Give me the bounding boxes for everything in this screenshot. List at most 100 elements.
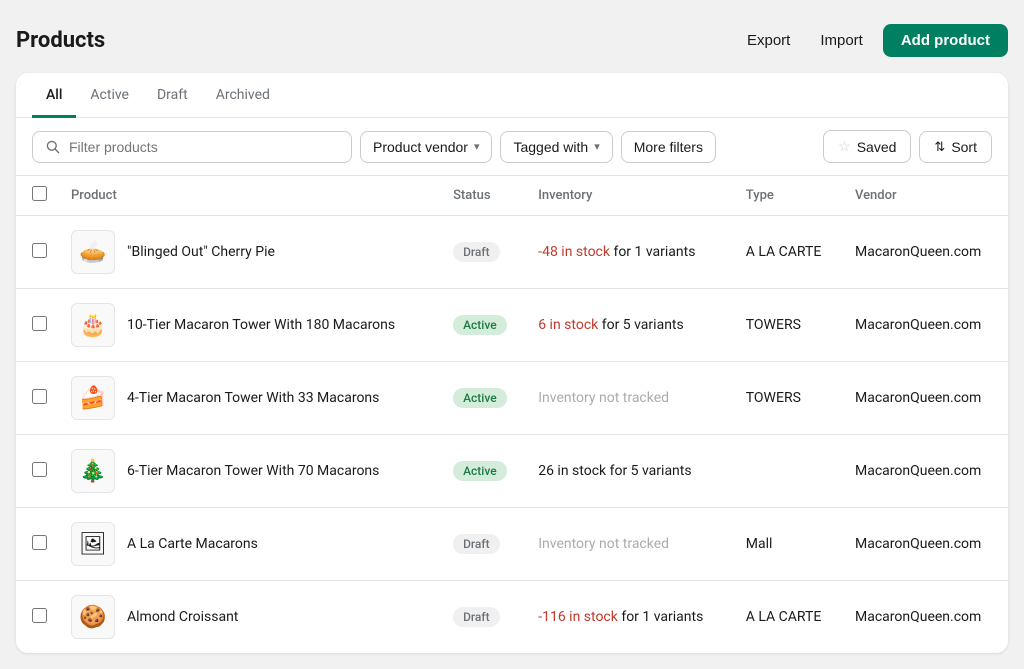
product-thumbnail: 🎄 [71, 449, 115, 493]
tab-active[interactable]: Active [76, 73, 143, 118]
chevron-down-icon: ▾ [594, 140, 600, 153]
tagged-with-filter[interactable]: Tagged with ▾ [500, 131, 612, 163]
page-title: Products [16, 28, 105, 53]
more-filters-label: More filters [634, 139, 703, 155]
type-column-header: Type [734, 176, 843, 216]
row-checkbox[interactable] [32, 535, 47, 550]
product-name[interactable]: 10-Tier Macaron Tower With 180 Macarons [127, 317, 395, 333]
row-checkbox[interactable] [32, 243, 47, 258]
status-cell: Draft [441, 581, 526, 654]
product-cell: 🎄 6-Tier Macaron Tower With 70 Macarons [59, 435, 441, 508]
inventory-column-header: Inventory [526, 176, 734, 216]
inventory-variants: for 5 variants [598, 317, 683, 333]
status-cell: Draft [441, 216, 526, 289]
type-cell: TOWERS [734, 362, 843, 435]
row-checkbox-cell [16, 581, 59, 654]
row-checkbox-cell [16, 216, 59, 289]
inventory-not-tracked: Inventory not tracked [526, 362, 734, 435]
row-checkbox[interactable] [32, 608, 47, 623]
add-product-button[interactable]: Add product [883, 24, 1008, 57]
row-checkbox-cell [16, 435, 59, 508]
filters-row: Product vendor ▾ Tagged with ▾ More filt… [16, 118, 1008, 176]
export-button[interactable]: Export [737, 26, 800, 55]
import-button[interactable]: Import [810, 26, 873, 55]
header-actions: Export Import Add product [737, 24, 1008, 57]
star-icon: ☆ [838, 138, 851, 155]
vendor-cell: MacaronQueen.com [843, 508, 1008, 581]
inventory-count: 26 in stock for 5 variants [526, 435, 734, 508]
status-column-header: Status [441, 176, 526, 216]
tabs-container: All Active Draft Archived [16, 73, 1008, 118]
table-row: 🍪 Almond Croissant Draft -116 in stock for … [16, 581, 1008, 654]
saved-label: Saved [857, 139, 897, 155]
products-table: Product Status Inventory Type Vendor 🥧"B… [16, 176, 1008, 653]
product-cell-inner: 🥧"Blinged Out" Cherry Pie [71, 230, 429, 274]
product-thumbnail: 🍪 [71, 595, 115, 639]
search-box [32, 131, 352, 163]
product-cell-inner: 🖼 A La Carte Macarons [71, 522, 429, 566]
type-cell: A LA CARTE [734, 581, 843, 654]
type-cell: TOWERS [734, 289, 843, 362]
vendor-cell: MacaronQueen.com [843, 581, 1008, 654]
vendor-column-header: Vendor [843, 176, 1008, 216]
inventory-cell: -48 in stock for 1 variants [526, 216, 734, 289]
row-checkbox-cell [16, 508, 59, 581]
product-name[interactable]: 4-Tier Macaron Tower With 33 Macarons [127, 390, 379, 406]
table-header-row: Product Status Inventory Type Vendor [16, 176, 1008, 216]
sort-button[interactable]: ⇅ Sort [919, 131, 992, 163]
vendor-cell: MacaronQueen.com [843, 435, 1008, 508]
product-cell-inner: 🎂 10-Tier Macaron Tower With 180 Macarons [71, 303, 429, 347]
select-all-checkbox[interactable] [32, 186, 47, 201]
type-cell: A LA CARTE [734, 216, 843, 289]
inventory-count: -48 in stock [538, 244, 610, 260]
inventory-count: -116 in stock [538, 609, 618, 625]
row-checkbox[interactable] [32, 316, 47, 331]
table-row: 🖼 A La Carte Macarons Draft Inventory not t… [16, 508, 1008, 581]
tab-archived[interactable]: Archived [202, 73, 284, 118]
inventory-cell: -116 in stock for 1 variants [526, 581, 734, 654]
status-cell: Active [441, 435, 526, 508]
product-thumbnail: 🍰 [71, 376, 115, 420]
sort-label: Sort [951, 139, 977, 155]
status-badge: Active [453, 388, 507, 408]
page-wrapper: Products Export Import Add product All A… [16, 16, 1008, 653]
product-column-header: Product [59, 176, 441, 216]
tab-draft[interactable]: Draft [143, 73, 202, 118]
status-badge: Active [453, 315, 507, 335]
status-cell: Active [441, 289, 526, 362]
chevron-down-icon: ▾ [474, 140, 480, 153]
tab-all[interactable]: All [32, 73, 76, 118]
inventory-variants: for 1 variants [618, 609, 703, 625]
row-checkbox[interactable] [32, 462, 47, 477]
status-cell: Active [441, 362, 526, 435]
row-checkbox-cell [16, 289, 59, 362]
row-checkbox[interactable] [32, 389, 47, 404]
status-cell: Draft [441, 508, 526, 581]
product-name[interactable]: Almond Croissant [127, 609, 238, 625]
product-cell: 🍪 Almond Croissant [59, 581, 441, 654]
product-name[interactable]: A La Carte Macarons [127, 536, 258, 552]
inventory-not-tracked: Inventory not tracked [526, 508, 734, 581]
sort-icon: ⇅ [934, 139, 945, 155]
status-badge: Draft [453, 607, 500, 627]
status-badge: Draft [453, 242, 500, 262]
product-cell-inner: 🍪 Almond Croissant [71, 595, 429, 639]
tagged-with-label: Tagged with [513, 139, 588, 155]
page-header: Products Export Import Add product [16, 16, 1008, 73]
product-name[interactable]: 6-Tier Macaron Tower With 70 Macarons [127, 463, 379, 479]
table-row: 🥧"Blinged Out" Cherry Pie Draft -48 in sto… [16, 216, 1008, 289]
vendor-cell: MacaronQueen.com [843, 216, 1008, 289]
vendor-cell: MacaronQueen.com [843, 362, 1008, 435]
search-input[interactable] [69, 139, 339, 155]
product-name[interactable]: "Blinged Out" Cherry Pie [127, 244, 275, 260]
saved-button[interactable]: ☆ Saved [823, 130, 911, 163]
inventory-cell: 6 in stock for 5 variants [526, 289, 734, 362]
more-filters-button[interactable]: More filters [621, 131, 716, 163]
status-badge: Active [453, 461, 507, 481]
product-thumbnail: 🖼 [71, 522, 115, 566]
product-thumbnail: 🎂 [71, 303, 115, 347]
product-cell: 🖼 A La Carte Macarons [59, 508, 441, 581]
status-badge: Draft [453, 534, 500, 554]
product-vendor-filter[interactable]: Product vendor ▾ [360, 131, 492, 163]
table-row: 🍰 4-Tier Macaron Tower With 33 Macarons Ac… [16, 362, 1008, 435]
